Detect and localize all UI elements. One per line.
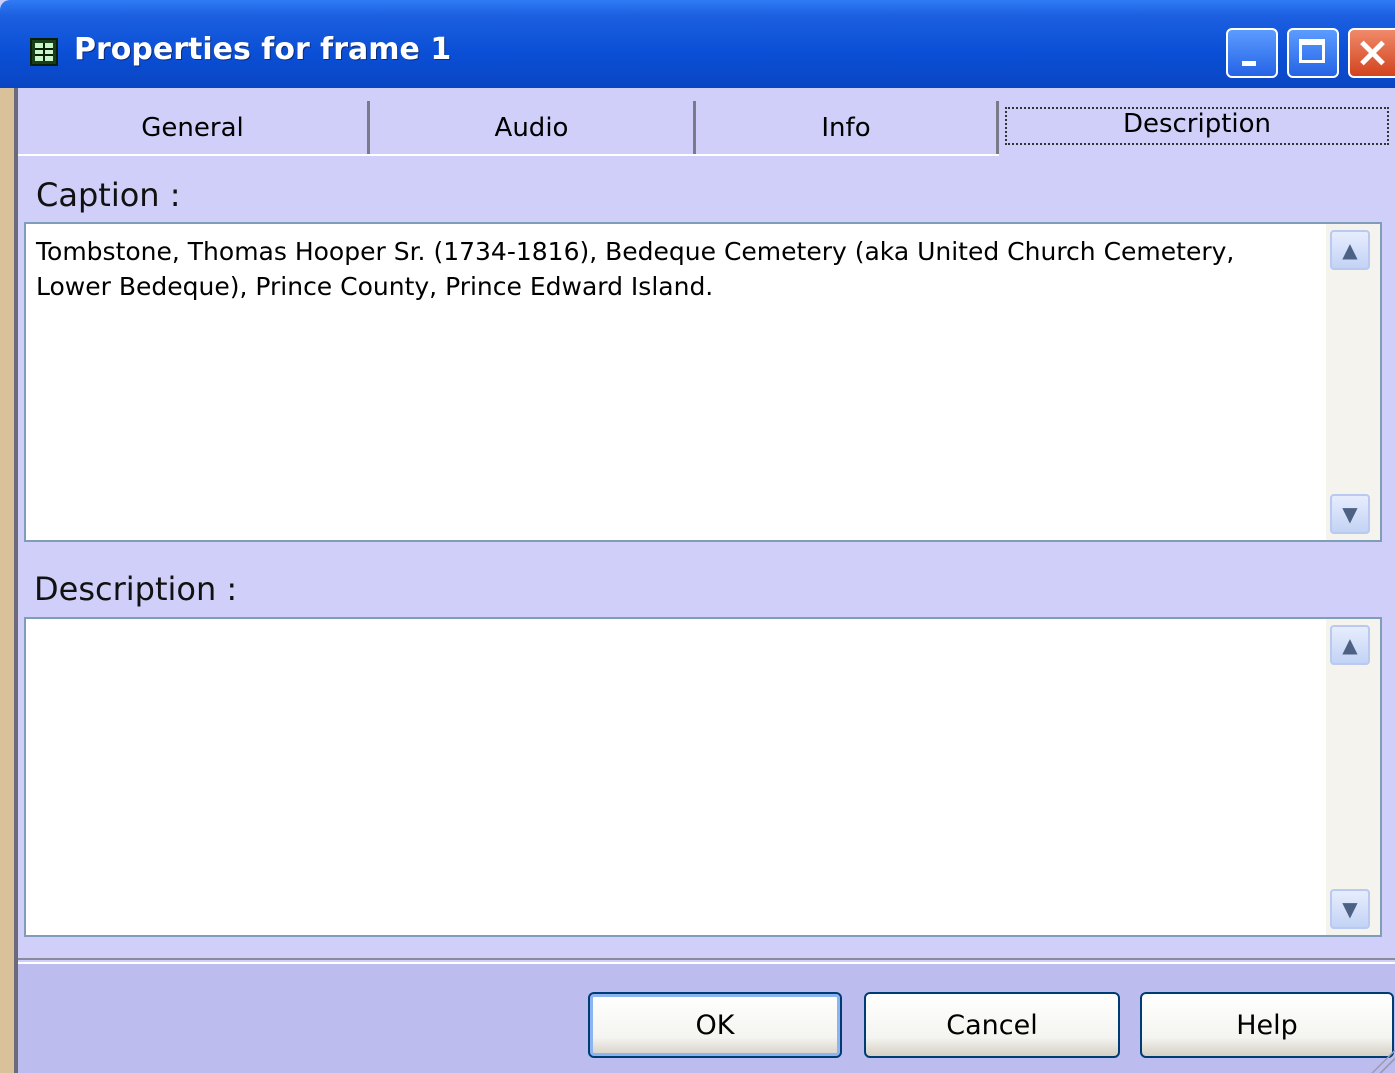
close-button[interactable] <box>1348 28 1395 78</box>
tab-divider <box>18 154 999 156</box>
minimize-button[interactable] <box>1226 28 1278 78</box>
ok-button[interactable]: OK <box>588 992 842 1058</box>
window-left-edge <box>0 88 18 1073</box>
scroll-down-button[interactable]: ▼ <box>1330 889 1370 929</box>
description-scrollbar[interactable]: ▲ ▼ <box>1326 619 1380 935</box>
caption-label: Caption : <box>36 176 181 214</box>
tab-label: Audio <box>494 113 569 143</box>
scroll-up-button[interactable]: ▲ <box>1330 230 1370 270</box>
tab-description[interactable]: Description <box>999 95 1395 157</box>
chevron-down-icon: ▼ <box>1342 897 1358 921</box>
tab-label: General <box>141 113 244 143</box>
tab-audio[interactable]: Audio <box>370 101 696 155</box>
cancel-button[interactable]: Cancel <box>864 992 1120 1058</box>
scroll-up-button[interactable]: ▲ <box>1330 625 1370 665</box>
tab-strip: General Audio Info Description <box>18 95 1395 157</box>
description-field[interactable]: ▲ ▼ <box>24 617 1382 937</box>
chevron-down-icon: ▼ <box>1342 502 1358 526</box>
scroll-down-button[interactable]: ▼ <box>1330 494 1370 534</box>
caption-text[interactable]: Tombstone, Thomas Hooper Sr. (1734-1816)… <box>36 234 1316 304</box>
help-button[interactable]: Help <box>1140 992 1394 1058</box>
resize-grip-icon[interactable] <box>1365 1043 1395 1073</box>
properties-dialog: Properties for frame 1 General Audio Inf… <box>0 0 1395 1073</box>
maximize-button[interactable] <box>1287 28 1339 78</box>
tab-general[interactable]: General <box>18 101 370 155</box>
table-grid-icon <box>30 38 58 66</box>
caption-scrollbar[interactable]: ▲ ▼ <box>1326 224 1380 540</box>
tab-label: Description <box>1004 107 1390 145</box>
tab-label: Info <box>821 113 871 143</box>
description-label: Description : <box>34 570 238 608</box>
window-title: Properties for frame 1 <box>74 32 452 67</box>
caption-field[interactable]: Tombstone, Thomas Hooper Sr. (1734-1816)… <box>24 222 1382 542</box>
tab-info[interactable]: Info <box>696 101 999 155</box>
title-bar[interactable]: Properties for frame 1 <box>0 0 1395 88</box>
chevron-up-icon: ▲ <box>1342 238 1358 262</box>
chevron-up-icon: ▲ <box>1342 633 1358 657</box>
